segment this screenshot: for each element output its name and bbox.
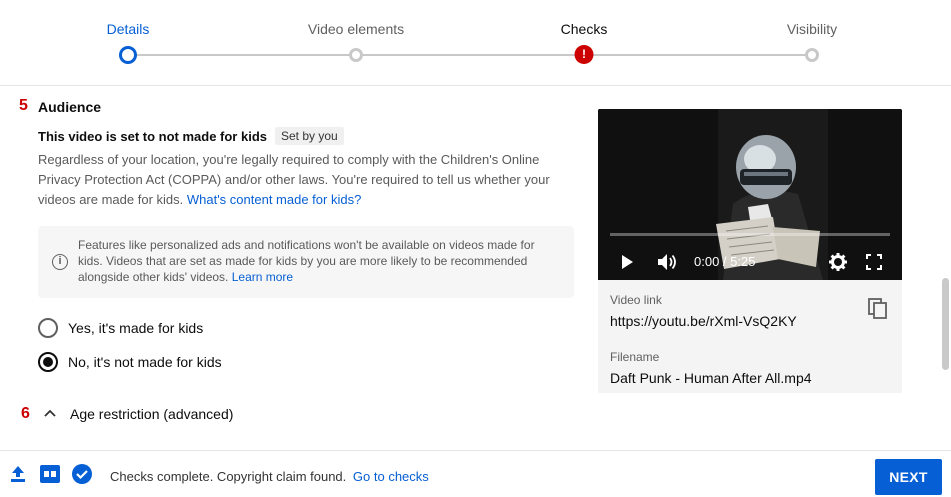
video-link[interactable]: https://youtu.be/rXml-VsQ2KY [610,313,797,329]
video-player[interactable]: 0:00 / 5:25 [598,109,902,280]
kids-info-body: Features like personalized ads and notif… [78,238,535,284]
audience-section-number: 5 [19,97,28,114]
copy-icon[interactable] [868,298,888,320]
made-for-kids-link[interactable]: What's content made for kids? [187,192,361,207]
radio-yes[interactable] [38,318,58,338]
volume-icon[interactable] [657,253,679,271]
step-checks-label[interactable]: Checks [561,21,608,37]
footer-status-text: Checks complete. Copyright claim found. [110,469,347,484]
upload-icon [11,466,25,482]
footer-bar: Checks complete. Copyright claim found. … [0,450,951,497]
next-button[interactable]: NEXT [875,459,942,495]
audience-status-text: This video is set to not made for kids [38,128,267,144]
hd-processing-icon [40,465,60,483]
audience-title: Audience [38,99,102,115]
play-icon[interactable] [620,254,634,270]
kids-info-text: Features like personalized ads and notif… [78,237,558,285]
stepper-line [128,54,811,56]
video-progress-bar[interactable] [610,233,890,236]
radio-no[interactable] [38,352,58,372]
upload-stepper: Details Video elements Checks ! Visibili… [0,0,951,86]
radio-yes-label[interactable]: Yes, it's made for kids [68,320,203,336]
filename-value: Daft Punk - Human After All.mp4 [610,370,812,386]
step-visibility-dot[interactable] [805,48,819,62]
set-by-you-chip: Set by you [275,127,344,145]
radio-no-label[interactable]: No, it's not made for kids [68,354,222,370]
go-to-checks-link[interactable]: Go to checks [353,469,429,484]
fullscreen-icon[interactable] [866,254,882,270]
step-video-elements-label[interactable]: Video elements [308,21,404,37]
age-restriction-title[interactable]: Age restriction (advanced) [70,406,233,422]
checks-complete-icon [72,464,92,484]
video-controls: 0:00 / 5:25 [598,247,902,277]
chevron-up-icon[interactable] [44,409,56,417]
info-icon: i [52,254,68,270]
age-section-number: 6 [21,405,30,422]
learn-more-link[interactable]: Learn more [232,270,293,284]
step-video-elements-dot[interactable] [349,48,363,62]
footer-status: Checks complete. Copyright claim found. … [110,469,429,484]
video-time: 0:00 / 5:25 [694,254,756,269]
video-preview-panel: 0:00 / 5:25 Video link https://youtu.be/… [598,109,902,393]
kids-info-box: i Features like personalized ads and not… [38,226,574,298]
step-visibility-label[interactable]: Visibility [787,21,837,37]
audience-description: Regardless of your location, you're lega… [38,150,558,210]
audience-status: This video is set to not made for kids S… [38,127,344,145]
video-link-label: Video link [610,293,662,307]
step-checks-error-icon[interactable]: ! [574,45,594,64]
step-details-dot[interactable] [119,46,137,64]
made-for-kids-yes-option[interactable]: Yes, it's made for kids [38,318,203,338]
settings-gear-icon[interactable] [829,253,847,271]
scrollbar-thumb[interactable] [942,278,949,370]
filename-label: Filename [610,350,660,364]
made-for-kids-no-option[interactable]: No, it's not made for kids [38,352,222,372]
step-details-label[interactable]: Details [107,21,150,37]
